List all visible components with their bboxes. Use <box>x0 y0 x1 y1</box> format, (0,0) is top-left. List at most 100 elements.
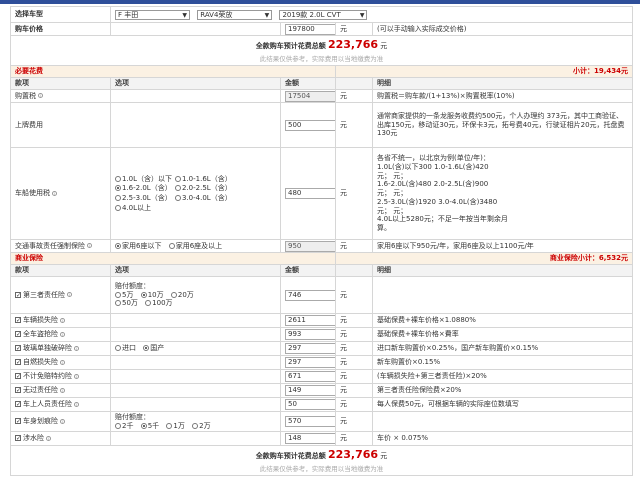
checkbox-checked-icon[interactable]: ✓ <box>15 317 21 324</box>
radio-selected-icon <box>115 185 121 192</box>
scratch-option-5k[interactable]: 5千 <box>140 422 159 431</box>
radio-option-4[interactable]: 2.0-2.5L（含） <box>175 184 235 193</box>
info-icon[interactable]: i <box>67 292 72 298</box>
radio-selected-icon <box>143 345 150 352</box>
model-select[interactable]: 2019款 2.0L CVT ▼ <box>279 9 368 20</box>
info-icon[interactable]: i <box>52 190 57 196</box>
vehicle-tax-row: 车船使用税 i 1.0L（含）以下 1.0-1.6L（含） 1.6-2.0L（含）… <box>10 147 634 240</box>
total-note: 此结果仅供参考，实际费用以当地缴费为准 <box>259 54 384 63</box>
info-icon[interactable]: i <box>60 418 65 424</box>
insurance-row-theft: ✓ 全车盗抢险 i 993 元 基础保费+裸车价格×費率 <box>10 327 634 342</box>
displacement-radio-group: 1.0L（含）以下 1.0-1.6L（含） 1.6-2.0L（含） 2.0-2.… <box>115 175 276 213</box>
radio-selected-icon <box>140 291 147 298</box>
info-icon[interactable]: i <box>46 435 51 441</box>
coverage-option-50w[interactable]: 50万 <box>115 299 138 308</box>
passenger-amount[interactable]: 50 <box>285 399 335 410</box>
purchase-tax-detail: 购置税＝购车款/(1+13%)×购置税率(10%) <box>371 89 634 103</box>
compulsory-insurance-label: 交通事故责任强制保险 <box>15 241 85 250</box>
seat-option-6-plus[interactable]: 家用6座及以上 <box>168 242 222 251</box>
radio-option-2[interactable]: 1.0-1.6L（含） <box>175 175 235 184</box>
scratch-option-20k[interactable]: 2万 <box>192 422 211 431</box>
insurance-row-self-ignition: ✓ 自燃损失险 i 297 元 新车购置价×0.15% <box>10 355 634 370</box>
checkbox-checked-icon[interactable]: ✓ <box>15 291 21 298</box>
column-header-detail: 明细 <box>371 264 634 277</box>
checkbox-checked-icon[interactable]: ✓ <box>15 401 21 408</box>
info-icon[interactable]: i <box>87 243 92 249</box>
info-icon[interactable]: i <box>60 317 65 323</box>
radio-option-5[interactable]: 2.5-3.0L（含） <box>115 194 175 203</box>
checkbox-checked-icon[interactable]: ✓ <box>15 373 21 380</box>
radio-icon <box>115 300 121 307</box>
info-icon[interactable]: i <box>74 345 79 351</box>
plate-fee-unit: 元 <box>335 102 373 148</box>
footer-total-unit: 元 <box>380 452 388 461</box>
top-accent-bar <box>0 0 640 4</box>
compulsory-insurance-amount: 950 <box>285 240 335 252</box>
glass-option-domestic[interactable]: 国产 <box>143 344 164 353</box>
radio-option-6[interactable]: 3.0-4.0L（含） <box>175 194 235 203</box>
coverage-option-100w[interactable]: 100万 <box>145 299 173 308</box>
checkbox-checked-icon[interactable]: ✓ <box>15 418 21 425</box>
purchase-tax-row: 购置税 i 17504 元 购置税＝购车款/(1+13%)×购置税率(10%) <box>10 89 634 103</box>
scratch-row: ✓ 车身划痕险 i 赔付额度： 2千 5千 1万 2万 570 元 <box>10 411 634 432</box>
insurance-row-no-fault: ✓ 无过责任险 i 149 元 第三者责任险保险费×20% <box>10 383 634 398</box>
checkbox-checked-icon[interactable]: ✓ <box>15 387 21 394</box>
wading-row: ✓ 涉水险 i 148 元 车价 × 0.075% <box>10 431 634 446</box>
brand-select[interactable]: F 丰田 ▼ <box>115 9 190 20</box>
required-section-header: 必要花费 小计：19,434元 <box>10 65 634 78</box>
radio-selected-icon <box>140 422 147 429</box>
wading-amount[interactable]: 148 <box>285 433 335 444</box>
self-ignition-amount[interactable]: 297 <box>285 357 335 368</box>
compulsory-insurance-unit: 元 <box>335 239 373 253</box>
deductible-amount[interactable]: 671 <box>285 371 335 382</box>
wading-unit: 元 <box>335 431 373 446</box>
checkbox-checked-icon[interactable]: ✓ <box>15 331 21 338</box>
third-party-label: 第三者责任险 <box>23 290 65 299</box>
radio-icon <box>115 291 121 298</box>
info-icon[interactable]: i <box>60 359 65 365</box>
insurance-row-glass: ✓ 玻璃单独破碎险 i 进口 国产 297 元 进口新车购置价×0.25%，国产新车… <box>10 341 634 356</box>
glass-option-imported[interactable]: 进口 <box>115 344 136 353</box>
coverage-option-5w[interactable]: 5万 <box>115 291 133 300</box>
radio-option-1[interactable]: 1.0L（含）以下 <box>115 175 175 184</box>
no-fault-amount[interactable]: 149 <box>285 385 335 396</box>
wading-detail: 车价 × 0.075% <box>371 431 634 446</box>
scratch-amount[interactable]: 570 <box>285 416 335 427</box>
scratch-option-10k[interactable]: 1万 <box>166 422 185 431</box>
coverage-option-20w[interactable]: 20万 <box>170 291 194 300</box>
third-party-options-label: 赔付额度： <box>115 281 150 290</box>
column-header-amount: 金额 <box>280 264 336 277</box>
checkbox-checked-icon[interactable]: ✓ <box>15 435 21 442</box>
info-icon[interactable]: i <box>74 373 79 379</box>
info-icon[interactable]: i <box>60 331 65 337</box>
info-icon[interactable]: i <box>60 387 65 393</box>
vehicle-tax-detail: 各省不统一，以北京为例(单位/年)： 1.0L(含)以下300 1.0-1.6L… <box>371 147 634 240</box>
radio-icon <box>192 422 199 429</box>
vehicle-tax-label: 车船使用税 <box>15 189 50 198</box>
theft-amount[interactable]: 993 <box>285 329 335 340</box>
compulsory-insurance-row: 交通事故责任强制保险 i 家用6座以下 家用6座及以上 950 元 家用6座以下9… <box>10 239 634 253</box>
plate-fee-input[interactable]: 500 <box>285 119 335 131</box>
radio-icon <box>115 422 121 429</box>
seat-option-under-6[interactable]: 家用6座以下 <box>115 242 161 251</box>
vehicle-tax-input[interactable]: 480 <box>285 188 335 199</box>
radio-option-3[interactable]: 1.6-2.0L（含） <box>115 184 175 193</box>
price-input[interactable]: 197800 <box>285 23 335 35</box>
checkbox-checked-icon[interactable]: ✓ <box>15 345 21 352</box>
plate-fee-detail: 通常商家提供的一条龙服务收费约500元，个人办理约 373元，其中工商验证、出库… <box>371 102 634 148</box>
checkbox-checked-icon[interactable]: ✓ <box>15 359 21 366</box>
third-party-amount[interactable]: 746 <box>285 289 335 301</box>
coverage-option-10w[interactable]: 10万 <box>140 291 164 300</box>
scratch-options-label: 赔付额度： <box>115 412 150 421</box>
glass-amount[interactable]: 297 <box>285 343 335 354</box>
chevron-down-icon: ▼ <box>264 11 270 19</box>
info-icon[interactable]: i <box>38 93 43 99</box>
series-select[interactable]: RAV4荣放 ▼ <box>197 9 273 20</box>
radio-option-7[interactable]: 4.0L以上 <box>115 204 175 213</box>
info-icon[interactable]: i <box>74 401 79 407</box>
column-header-item: 款项 <box>10 77 111 90</box>
column-header-item: 款项 <box>10 264 111 277</box>
wading-label: 涉水险 <box>23 434 44 443</box>
vehicle-loss-amount[interactable]: 2611 <box>285 315 335 326</box>
scratch-option-2k[interactable]: 2千 <box>115 422 133 431</box>
